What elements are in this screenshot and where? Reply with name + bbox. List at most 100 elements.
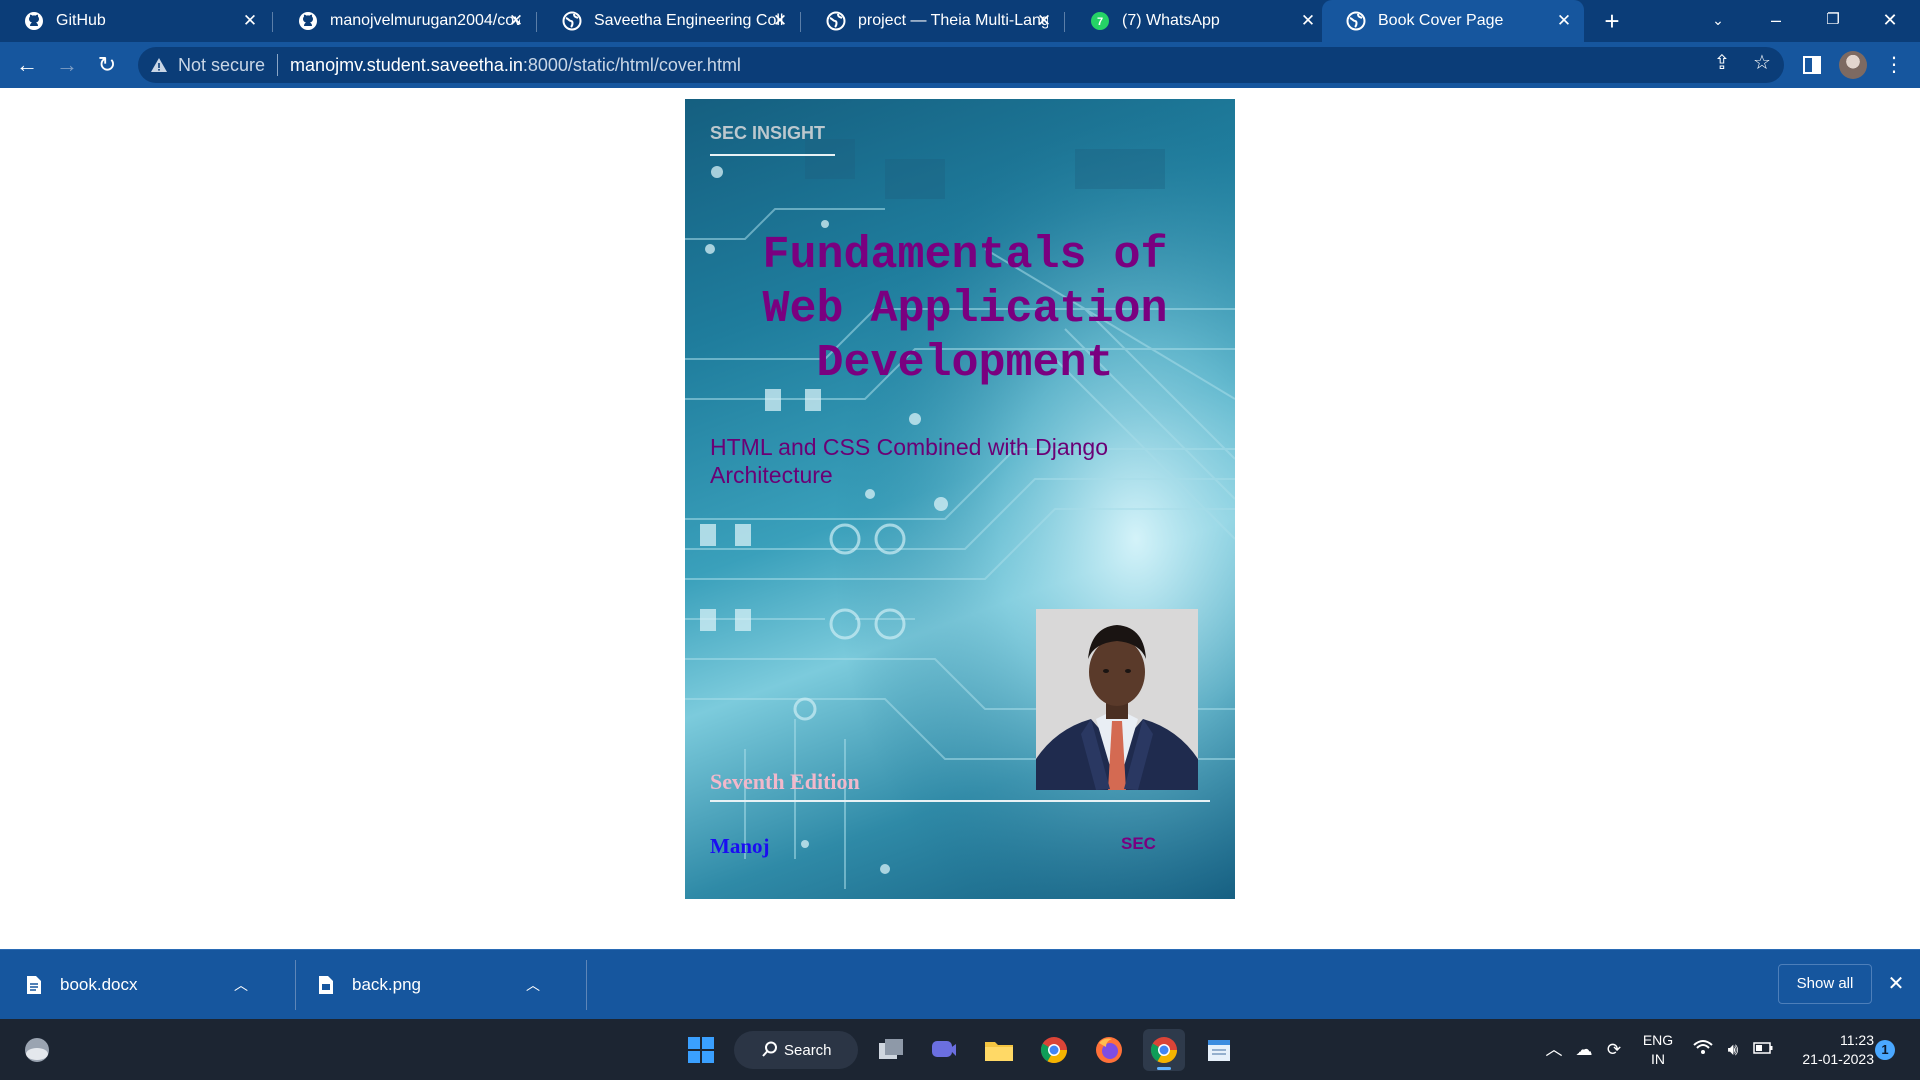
onedrive-cloud-icon[interactable]: ☁ (1573, 1039, 1595, 1061)
tab-title: (7) WhatsApp (1122, 12, 1220, 29)
tab-separator (536, 12, 537, 32)
wifi-icon[interactable] (1692, 1039, 1714, 1061)
sync-icon[interactable]: ⟳ (1603, 1039, 1625, 1061)
svg-text:7: 7 (1097, 16, 1103, 28)
notepad-icon[interactable] (1198, 1029, 1240, 1071)
new-tab-button[interactable]: + (1598, 7, 1626, 35)
book-title: Fundamentals of Web Application Developm… (695, 229, 1235, 391)
tab-search-chevron-icon[interactable]: ⌄ (1690, 0, 1746, 42)
taskbar-search[interactable]: Search (734, 1031, 858, 1069)
restore-icon[interactable]: ❐ (1805, 0, 1861, 42)
clock-date: 21-01-2023 (1802, 1051, 1874, 1067)
tab-separator (272, 12, 273, 32)
chevron-up-icon[interactable]: ︿ (522, 974, 544, 996)
tab-whatsapp[interactable]: 7 (7) WhatsApp ✕ (1066, 0, 1328, 42)
profile-avatar[interactable] (1839, 51, 1867, 79)
tab-strip: GitHub ✕ manojvelmurugan2004/cov ✕ Savee… (0, 0, 1920, 42)
language-region: IN (1651, 1051, 1665, 1067)
security-label[interactable]: Not secure (178, 55, 265, 76)
series-underline (710, 154, 835, 156)
title-line: Web Application (762, 284, 1168, 335)
close-icon[interactable]: ✕ (240, 11, 260, 31)
github-icon (299, 12, 317, 30)
task-view-icon[interactable] (870, 1029, 912, 1071)
whatsapp-icon: 7 (1091, 12, 1109, 30)
reload-icon[interactable]: ↻ (92, 51, 122, 79)
volume-icon[interactable]: 🔊︎ (1722, 1039, 1744, 1061)
close-icon[interactable]: ✕ (1034, 11, 1054, 31)
start-windows-icon[interactable] (680, 1029, 722, 1071)
share-icon[interactable]: ⇪ (1711, 52, 1733, 74)
address-divider (277, 54, 279, 76)
weather-icon[interactable] (16, 1029, 58, 1071)
tab-book-cover[interactable]: Book Cover Page ✕ (1322, 0, 1584, 42)
tab-manojvelmurugan[interactable]: manojvelmurugan2004/cov ✕ (274, 0, 536, 42)
tab-title: project — Theia Multi-Lang (858, 12, 1048, 29)
book-subtitle: HTML and CSS Combined with Django Archit… (710, 434, 1108, 488)
download-item[interactable]: book.docx ︿ (26, 950, 252, 1020)
title-line: Development (816, 338, 1114, 389)
download-item[interactable]: back.png ︿ (318, 950, 544, 1020)
tab-title: manojvelmurugan2004/cov (330, 12, 520, 29)
teams-chat-icon[interactable] (923, 1029, 965, 1071)
close-icon[interactable]: ✕ (1884, 972, 1908, 996)
close-icon[interactable]: ✕ (506, 11, 526, 31)
minimize-icon[interactable]: – (1748, 0, 1804, 42)
search-label: Search (784, 1041, 832, 1059)
chevron-up-icon[interactable]: ︿ (230, 974, 252, 996)
edition-label: Seventh Edition (710, 769, 860, 794)
edition-divider (710, 800, 1210, 802)
close-icon[interactable]: ✕ (770, 11, 790, 31)
warning-triangle-icon (151, 58, 167, 72)
search-icon (762, 1041, 777, 1057)
language-indicator[interactable]: ENG IN (1640, 1031, 1676, 1069)
chrome-icon[interactable] (1033, 1029, 1075, 1071)
document-icon (27, 976, 41, 994)
chevron-up-icon[interactable]: ︿ (1543, 1039, 1565, 1061)
menu-kebab-icon[interactable]: ⋮ (1880, 51, 1908, 79)
url-host: manojmv.student.saveetha.in (290, 54, 523, 75)
file-explorer-icon[interactable] (978, 1029, 1020, 1071)
language-code: ENG (1642, 1032, 1674, 1048)
shelf-separator (295, 960, 296, 1010)
publisher-name: SEC (1121, 834, 1156, 853)
forward-arrow-icon[interactable]: → (52, 51, 82, 79)
series-label: SEC INSIGHT (710, 123, 826, 143)
back-arrow-icon[interactable]: ← (12, 51, 42, 79)
chrome-active-icon[interactable] (1143, 1029, 1185, 1071)
active-indicator (1157, 1067, 1171, 1070)
firefox-icon[interactable] (1088, 1029, 1130, 1071)
tab-title: GitHub (56, 12, 106, 29)
show-all-button[interactable]: Show all (1778, 964, 1872, 1004)
github-icon (25, 12, 43, 30)
close-icon[interactable]: ✕ (1298, 11, 1318, 31)
battery-icon[interactable] (1752, 1039, 1774, 1061)
globe-icon (1346, 11, 1366, 31)
url-path: :8000/static/html/cover.html (522, 54, 741, 75)
author-portrait (1036, 609, 1198, 790)
author-name: Manoj (710, 834, 770, 858)
address-bar[interactable]: Not secure manojmv.student.saveetha.in:8… (138, 47, 1784, 83)
globe-icon (826, 11, 846, 31)
image-file-icon (319, 976, 333, 994)
clock-time: 11:23 (1840, 1032, 1874, 1048)
tab-title: Book Cover Page (1378, 12, 1504, 29)
system-clock[interactable]: 11:23 21-01-2023 (1790, 1031, 1874, 1069)
tab-separator (800, 12, 801, 32)
windows-taskbar: Search ︿ ☁ ⟳ ENG IN 🔊︎ 11:23 21-01-2023 … (0, 1019, 1920, 1080)
download-filename: book.docx (60, 975, 138, 994)
notification-badge[interactable]: 1 (1875, 1040, 1895, 1060)
shelf-separator (586, 960, 587, 1010)
tab-separator (1064, 12, 1065, 32)
window-close-icon[interactable]: ✕ (1862, 0, 1918, 42)
side-panel-icon[interactable] (1798, 51, 1826, 79)
tab-theia-project[interactable]: project — Theia Multi-Lang ✕ (802, 0, 1064, 42)
page-viewport: SEC INSIGHT Fundamentals of Web Applicat… (0, 88, 1920, 949)
tab-saveetha[interactable]: Saveetha Engineering Colle ✕ (538, 0, 800, 42)
download-shelf: book.docx ︿ back.png ︿ Show all ✕ (0, 949, 1920, 1019)
author-photo (1036, 609, 1198, 790)
tab-github[interactable]: GitHub ✕ (0, 0, 270, 42)
globe-icon (562, 11, 582, 31)
close-icon[interactable]: ✕ (1554, 11, 1574, 31)
bookmark-star-icon[interactable]: ☆ (1751, 52, 1773, 74)
